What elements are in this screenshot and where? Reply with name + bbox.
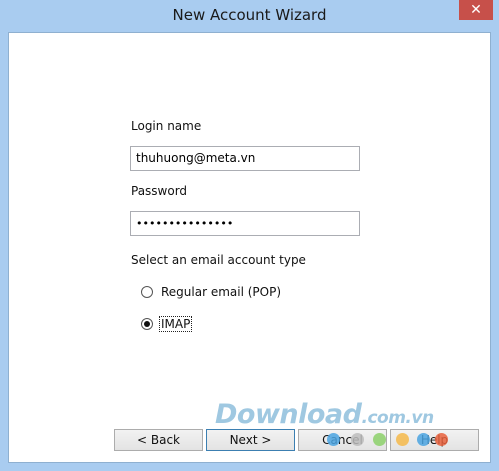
close-button[interactable]: ✕	[459, 0, 493, 20]
window-title: New Account Wizard	[172, 6, 327, 24]
download-watermark-logo: Download.com.vn	[215, 399, 434, 430]
cancel-button[interactable]: Cancel	[298, 429, 387, 451]
title-bar[interactable]: New Account Wizard ✕	[0, 0, 499, 32]
login-name-input[interactable]: thuhuong@meta.vn	[130, 146, 360, 171]
login-name-label: Login name	[131, 119, 202, 133]
radio-option-imap[interactable]: IMAP	[141, 315, 193, 333]
password-input[interactable]: •••••••••••••••	[130, 211, 360, 236]
new-account-wizard-window: New Account Wizard ✕ Login name thuhuong…	[0, 0, 499, 471]
close-icon: ✕	[470, 2, 482, 18]
watermark-brand: Download	[215, 399, 362, 430]
password-label: Password	[131, 184, 188, 198]
radio-label-imap: IMAP	[158, 316, 193, 332]
next-button[interactable]: Next >	[206, 429, 295, 451]
radio-button-imap[interactable]	[141, 318, 153, 330]
radio-button-pop[interactable]	[141, 286, 153, 298]
radio-label-pop: Regular email (POP)	[161, 285, 282, 299]
help-button[interactable]: Help	[390, 429, 479, 451]
watermark-tld: .com.vn	[361, 408, 434, 428]
radio-option-pop[interactable]: Regular email (POP)	[141, 283, 282, 301]
back-button[interactable]: < Back	[114, 429, 203, 451]
wizard-content: Login name thuhuong@meta.vn Password •••…	[8, 32, 491, 463]
account-type-label: Select an email account type	[131, 253, 306, 267]
